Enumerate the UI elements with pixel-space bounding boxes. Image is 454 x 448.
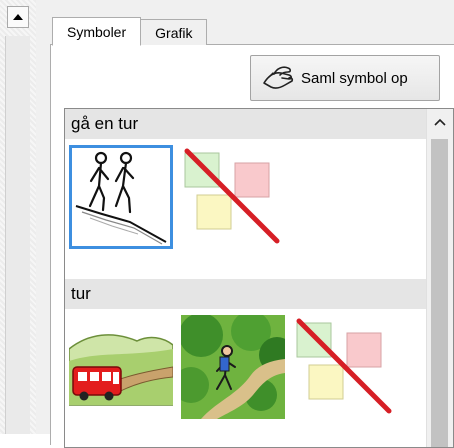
- scroll-up-button[interactable]: [427, 109, 453, 135]
- bus-on-road-icon: [68, 334, 174, 406]
- no-symbol-icon: [296, 318, 392, 414]
- symbol-walking-people[interactable]: [69, 145, 173, 249]
- symbol-list: gå en tur tur: [64, 108, 454, 448]
- chevron-up-icon: [434, 118, 446, 126]
- symbol-panel: Symboler Grafik Saml symbol op gå en tur: [40, 0, 454, 448]
- section-header: tur: [65, 279, 427, 309]
- left-scrollbar-thumb[interactable]: [5, 36, 30, 434]
- tab-grafik[interactable]: Grafik: [140, 19, 208, 45]
- tab-bar: Symboler Grafik: [52, 17, 208, 46]
- symbol-list-content: gå en tur tur: [65, 109, 427, 447]
- symbol-list-scrollbar[interactable]: [426, 109, 453, 447]
- symbol-row: [65, 139, 427, 279]
- collect-symbol-button[interactable]: Saml symbol op: [250, 55, 440, 101]
- section-header: gå en tur: [65, 109, 427, 139]
- symbol-bus-trip[interactable]: [68, 315, 174, 419]
- collect-symbol-label: Saml symbol op: [301, 69, 408, 87]
- tab-symboler[interactable]: Symboler: [52, 17, 142, 46]
- people-walking-icon: [75, 151, 167, 245]
- symbol-hiker[interactable]: [173, 311, 295, 419]
- symbol-no-symbol[interactable]: [293, 315, 397, 419]
- left-pane: [0, 0, 41, 434]
- symbol-no-symbol[interactable]: [181, 145, 285, 249]
- scrollbar-thumb[interactable]: [431, 139, 448, 447]
- symbol-row: [65, 309, 427, 447]
- hand-pickup-icon: [263, 66, 294, 89]
- no-symbol-icon: [184, 148, 280, 244]
- arrow-up-icon: [13, 14, 23, 20]
- hiker-in-forest-icon: [173, 311, 295, 419]
- left-scroll-up-button[interactable]: [7, 6, 29, 28]
